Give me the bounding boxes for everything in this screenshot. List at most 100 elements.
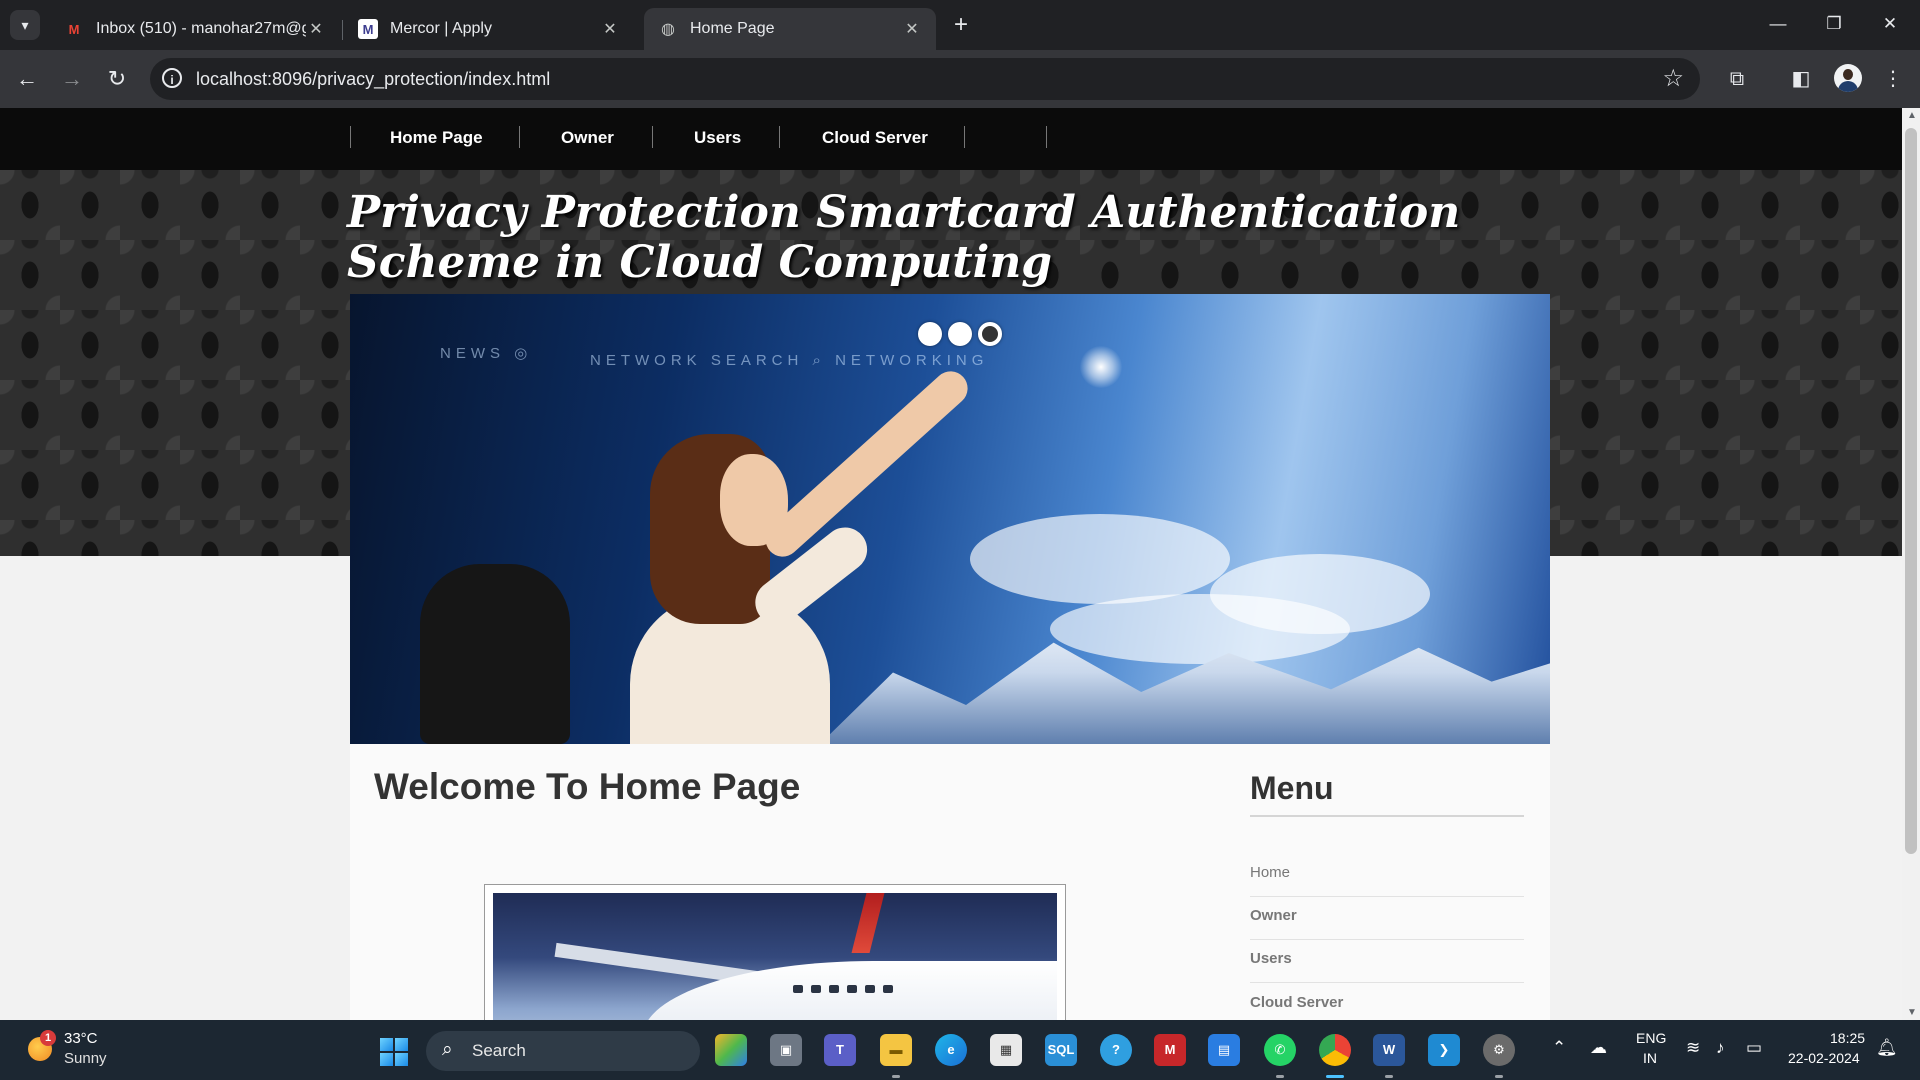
nav-separator	[1046, 126, 1047, 148]
tab-home-page[interactable]: ◍ Home Page ✕	[644, 8, 936, 50]
menu-item-users[interactable]: Users	[1250, 950, 1292, 967]
mysql-workbench-icon[interactable]: SQL	[1045, 1034, 1077, 1066]
task-view-icon[interactable]: ▣	[770, 1034, 802, 1066]
new-tab-icon[interactable]: +	[948, 12, 974, 38]
scrollbar-thumb[interactable]	[1905, 128, 1917, 854]
running-indicator	[1495, 1075, 1503, 1078]
clock-date[interactable]: 22-02-2024	[1788, 1050, 1860, 1066]
nav-separator	[964, 126, 965, 148]
menu-divider	[1250, 896, 1524, 897]
windows-start-icon[interactable]	[380, 1038, 408, 1066]
notification-bell-icon[interactable]: 🔔︎	[1876, 1038, 1898, 1058]
page-scrollbar[interactable]: ▲ ▼	[1902, 108, 1920, 1020]
word-icon[interactable]: W	[1373, 1034, 1405, 1066]
close-tab-icon[interactable]: ✕	[306, 19, 326, 39]
close-tab-icon[interactable]: ✕	[902, 19, 922, 39]
side-panel-icon[interactable]: ◧	[1786, 64, 1816, 94]
tab-search-button[interactable]: ▾	[10, 10, 40, 40]
close-tab-icon[interactable]: ✕	[600, 19, 620, 39]
menu-item-home[interactable]: Home	[1250, 864, 1290, 881]
nav-separator	[350, 126, 351, 148]
clock-time[interactable]: 18:25	[1830, 1030, 1865, 1046]
slider-dot[interactable]	[918, 322, 942, 346]
nav-separator	[519, 126, 520, 148]
tab-title: Home Page	[690, 20, 775, 37]
slider-dots	[918, 322, 1002, 346]
whatsapp-icon[interactable]: ✆	[1264, 1034, 1296, 1066]
tab-gmail[interactable]: M Inbox (510) - manohar27m@gmail.com ✕	[50, 8, 340, 50]
mcafee-icon[interactable]: M	[1154, 1034, 1186, 1066]
extensions-icon[interactable]: ⧉	[1722, 64, 1752, 94]
windows-taskbar: 1 33°C Sunny ⌕ Search ▣ T ▬ e ▦ SQL ? M …	[0, 1020, 1920, 1080]
close-window-icon[interactable]: ✕	[1862, 8, 1918, 40]
wifi-icon[interactable]: ≋	[1686, 1038, 1700, 1058]
browser-toolbar: ← → ↻ i localhost:8096/privacy_protectio…	[0, 50, 1920, 108]
menu-item-owner[interactable]: Owner	[1250, 907, 1297, 924]
volume-icon[interactable]: ♪	[1716, 1038, 1725, 1058]
menu-title-underline	[1250, 815, 1524, 817]
search-icon: ⌕	[442, 1039, 453, 1060]
chevron-up-icon[interactable]: ⌃	[1552, 1038, 1566, 1058]
forward-icon[interactable]: →	[55, 62, 89, 96]
language-indicator[interactable]: ENG	[1636, 1030, 1666, 1046]
page-heading: Welcome To Home Page	[374, 766, 801, 807]
back-icon[interactable]: ←	[10, 62, 44, 96]
gmail-icon: M	[68, 21, 80, 37]
onedrive-cloud-icon[interactable]: ☁	[1590, 1038, 1607, 1058]
nav-home-page[interactable]: Home Page	[390, 128, 483, 148]
store-icon[interactable]: ▦	[990, 1034, 1022, 1066]
taskbar-search[interactable]: ⌕ Search	[426, 1031, 700, 1071]
edge-icon[interactable]: e	[935, 1034, 967, 1066]
slider-dot-active[interactable]	[978, 322, 1002, 346]
browser-menu-icon[interactable]: ⋮	[1878, 64, 1908, 94]
reload-icon[interactable]: ↻	[100, 62, 134, 96]
restore-icon[interactable]: ❐	[1806, 8, 1862, 40]
tab-mercor[interactable]: M Mercor | Apply ✕	[344, 8, 634, 50]
scroll-up-icon[interactable]: ▲	[1907, 110, 1917, 121]
url-text[interactable]: localhost:8096/privacy_protection/index.…	[196, 69, 550, 90]
airplane-image	[493, 893, 1057, 1020]
slider-dot[interactable]	[948, 322, 972, 346]
bookmark-star-icon[interactable]: ☆	[1662, 64, 1684, 93]
teams-icon[interactable]: T	[824, 1034, 856, 1066]
menu-divider	[1250, 939, 1524, 940]
tab-separator	[342, 20, 343, 40]
running-indicator	[892, 1075, 900, 1078]
page-viewport: Home Page Owner Users Cloud Server Priva…	[0, 108, 1902, 1020]
browser-tab-bar: ▾ M Inbox (510) - manohar27m@gmail.com ✕…	[0, 0, 1920, 50]
vscode-icon[interactable]: ❯	[1428, 1034, 1460, 1066]
file-explorer-icon[interactable]: ▬	[880, 1034, 912, 1066]
running-indicator	[1385, 1075, 1393, 1078]
mercor-icon: M	[358, 19, 378, 39]
nav-separator	[652, 126, 653, 148]
hero-banner-image: NEWS ◎ NETWORK SEARCH ⌕ NETWORKING	[350, 294, 1550, 744]
nav-owner[interactable]: Owner	[561, 128, 614, 148]
main-content: Welcome To Home Page Menu Home Owner Use…	[350, 744, 1550, 1020]
nav-separator	[779, 126, 780, 148]
blue-app-icon[interactable]: ▤	[1208, 1034, 1240, 1066]
search-placeholder: Search	[472, 1041, 526, 1060]
site-top-nav: Home Page Owner Users Cloud Server	[0, 108, 1902, 170]
battery-icon[interactable]: ▭	[1746, 1038, 1762, 1058]
minimize-icon[interactable]: —	[1750, 8, 1806, 40]
sidebar-menu-title: Menu	[1250, 770, 1334, 806]
settings-gear-icon[interactable]: ⚙	[1483, 1034, 1515, 1066]
menu-divider	[1250, 982, 1524, 983]
menu-item-cloud-server[interactable]: Cloud Server	[1250, 994, 1343, 1011]
globe-icon: ◍	[661, 21, 675, 38]
nav-cloud-server[interactable]: Cloud Server	[822, 128, 928, 148]
copilot-icon[interactable]	[715, 1034, 747, 1066]
nav-users[interactable]: Users	[694, 128, 741, 148]
tab-title: Inbox (510) - manohar27m@gmail.com	[96, 20, 306, 37]
language-region[interactable]: IN	[1643, 1050, 1657, 1066]
site-title: Privacy Protection Smartcard Authenticat…	[347, 187, 1461, 288]
content-image-frame	[484, 884, 1066, 1020]
weather-condition: Sunny	[64, 1050, 107, 1067]
active-app-indicator	[1326, 1075, 1344, 1078]
chrome-icon[interactable]	[1319, 1034, 1351, 1066]
site-info-icon[interactable]: i	[162, 68, 182, 88]
profile-avatar[interactable]	[1834, 64, 1862, 92]
address-bar[interactable]: i localhost:8096/privacy_protection/inde…	[150, 58, 1700, 100]
scroll-down-icon[interactable]: ▼	[1907, 1007, 1917, 1018]
help-icon[interactable]: ?	[1100, 1034, 1132, 1066]
